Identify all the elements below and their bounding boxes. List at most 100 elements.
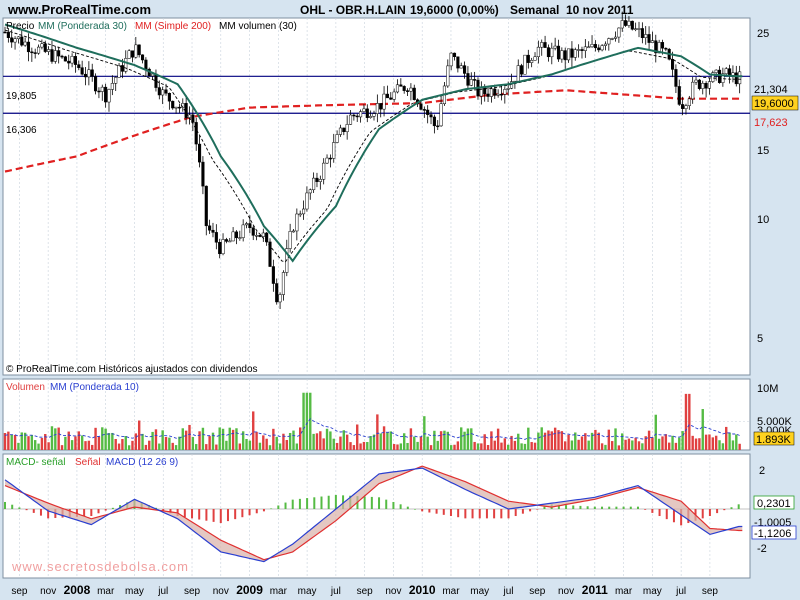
macd-histogram-bar (183, 509, 186, 518)
volume-bar (158, 443, 161, 450)
volume-bar (54, 428, 57, 450)
macd-histogram-bar (334, 494, 337, 509)
candle-body (593, 44, 597, 49)
volume-bar (379, 433, 382, 450)
candle-body (634, 28, 638, 30)
x-tick-label: sep (184, 586, 201, 597)
volume-bar (191, 436, 195, 450)
volume-bar (164, 437, 168, 450)
candle-body (302, 208, 306, 215)
macd-histogram-bar (485, 509, 488, 519)
copyright-text: © ProRealTime.com Históricos ajustados c… (6, 364, 258, 375)
volume-bar (258, 442, 262, 450)
candle-body (251, 227, 255, 236)
candle-body (261, 232, 265, 237)
candle-body (281, 272, 285, 295)
candle-body (110, 83, 114, 90)
volume-bar (221, 428, 225, 450)
candle-body (600, 45, 604, 51)
candle-body (389, 97, 393, 100)
volume-bar (714, 435, 718, 450)
volume-bar (312, 433, 315, 450)
site-title[interactable]: www.ProRealTime.com (7, 2, 151, 17)
x-tick-label: may (125, 586, 144, 597)
macd-histogram-bar (219, 509, 222, 524)
x-tick-label: nov (558, 586, 574, 597)
volume-bar (188, 424, 191, 450)
volume-bar (238, 443, 242, 450)
legend-macd-line: MACD (12 26 9) (106, 457, 178, 468)
candle-body (271, 266, 275, 284)
candle-body (553, 45, 557, 49)
candle-body (291, 230, 296, 233)
macd-histogram-bar (493, 509, 496, 519)
macd-histogram-bar (701, 509, 704, 519)
volume-bar (668, 442, 671, 450)
volume-bar (74, 436, 77, 450)
volume-bar (449, 445, 453, 450)
candle-body (174, 106, 178, 109)
candle-body (459, 65, 463, 69)
x-tick-label: nov (385, 586, 401, 597)
legend-mm200: MM (Simple 200) (135, 21, 211, 32)
candle-body (526, 54, 530, 63)
volume-bar (520, 443, 523, 450)
volume-bar (137, 420, 141, 450)
candle-body (412, 87, 416, 100)
x-tick-label: mar (615, 586, 633, 597)
macd-hist-value: 0,2301 (757, 498, 791, 510)
volume-bar (67, 431, 70, 450)
volume-bar (600, 443, 604, 450)
volume-bar (429, 445, 433, 450)
volume-bar (322, 438, 325, 450)
x-tick-label: mar (97, 586, 115, 597)
volume-bar (349, 442, 352, 450)
legend-volume: Volumen (6, 382, 45, 393)
volume-bar (738, 443, 741, 450)
macd-histogram-bar (327, 495, 330, 509)
volume-bar (57, 427, 60, 450)
macd-histogram-bar (406, 506, 409, 509)
candle-body (597, 47, 601, 51)
candle-body (523, 54, 527, 75)
macd-histogram-bar (392, 501, 395, 509)
volume-bar (496, 428, 500, 450)
macd-histogram-bar (90, 509, 93, 517)
volume-bar (154, 429, 158, 450)
candle-body (6, 31, 10, 38)
macd-histogram-bar (191, 509, 194, 519)
price-panel[interactable] (2, 17, 751, 376)
volume-bar (631, 440, 634, 450)
volume-bar (104, 428, 107, 450)
candle-body (369, 116, 373, 118)
volume-bar (409, 428, 413, 450)
volume-bar (131, 440, 134, 450)
candle-body (536, 46, 540, 58)
candle-body (520, 65, 524, 75)
candle-body (640, 28, 644, 38)
candle-body (63, 56, 67, 62)
legend-price: Precio (6, 21, 35, 32)
volume-bar (708, 434, 711, 450)
volume-bar (245, 439, 248, 450)
macd-histogram-bar (111, 507, 114, 509)
volume-bar (604, 444, 607, 450)
volume-bar (235, 428, 238, 450)
volume-bar (87, 440, 91, 450)
macd-histogram-bar (658, 509, 661, 517)
volume-bar (124, 436, 127, 450)
volume-bar (33, 440, 37, 450)
candle-body (328, 157, 332, 160)
volume-bar (13, 434, 17, 450)
macd-histogram-bar (478, 509, 481, 519)
volume-bar (305, 392, 309, 450)
candle-body (577, 49, 581, 51)
volume-bar (654, 414, 657, 450)
candle-body (140, 54, 145, 61)
candle-body (244, 223, 249, 226)
candle-body (258, 235, 262, 237)
candle-body (409, 87, 413, 92)
volume-bar (711, 437, 715, 450)
candle-body (57, 50, 61, 57)
volume-bar (134, 433, 138, 450)
